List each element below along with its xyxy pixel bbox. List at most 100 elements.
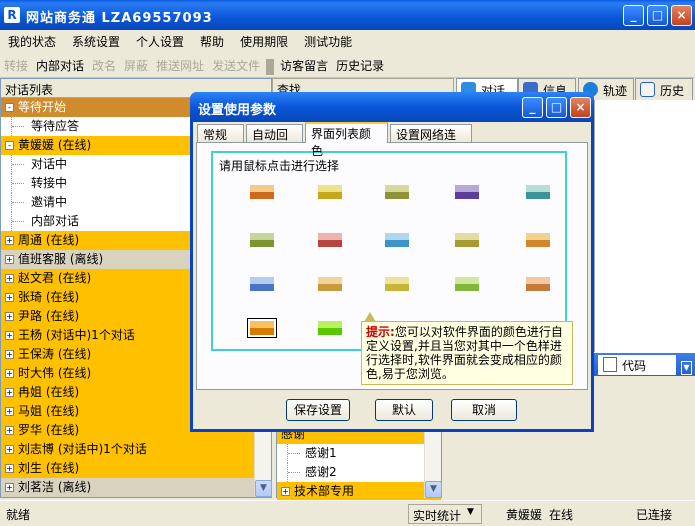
row-label: 尹路 (在线) [18, 309, 80, 323]
menu-item-3[interactable]: 帮助 [192, 30, 232, 53]
color-swatch[interactable] [318, 321, 342, 335]
tree-connector [11, 155, 27, 174]
expand-icon[interactable]: + [5, 274, 14, 283]
row-label: 王保涛 (在线) [18, 347, 92, 361]
collapse-icon[interactable]: - [5, 141, 14, 150]
toolbar-item-1[interactable]: 内部对话 [32, 52, 88, 79]
toolbar-item-5[interactable]: 发送文件 [208, 52, 264, 79]
tab-general[interactable]: 常规 [197, 124, 244, 142]
row-label: 感谢1 [305, 446, 337, 460]
color-swatch[interactable] [250, 277, 274, 291]
status-online-state: 在线 [549, 508, 574, 522]
status-connection: 已连接 [636, 508, 673, 522]
row-label: 刘志博 (对话中)1个对话 [18, 442, 147, 456]
main-title-bar[interactable]: R 网站商务通 LZA69557093 _ □ × [0, 0, 695, 30]
expand-icon[interactable]: + [5, 312, 14, 321]
color-swatch[interactable] [250, 233, 274, 247]
settings-dialog: 设置使用参数 _ □ × 常规 自动回复 界面列表颜色 设置网络连接 请用鼠标点… [190, 92, 594, 432]
dialog-tabs: 常规 自动回复 界面列表颜色 设置网络连接 [195, 122, 591, 159]
scroll-down-button[interactable]: ▼ [255, 480, 272, 497]
toolbar-item-4[interactable]: 推送网址 [152, 52, 208, 79]
expand-icon[interactable]: + [5, 369, 14, 378]
color-swatch[interactable] [247, 318, 277, 338]
expand-icon[interactable]: + [5, 293, 14, 302]
tab-track-label: 轨迹 [603, 84, 628, 98]
color-swatch[interactable] [455, 185, 479, 199]
toolbar-item-6[interactable]: 访客留言 [276, 52, 332, 79]
status-text: 就绪 [6, 508, 31, 522]
expand-icon[interactable]: + [5, 426, 14, 435]
list-item[interactable]: 感谢2 [277, 463, 441, 482]
color-swatch[interactable] [526, 185, 550, 199]
color-swatch[interactable] [250, 185, 274, 199]
color-swatch[interactable] [455, 277, 479, 291]
menu-item-5[interactable]: 测试功能 [296, 30, 360, 53]
status-bar: 就绪 实时统计 ▼ 黄媛媛 在线 已连接 [0, 500, 695, 526]
list-item[interactable]: 感谢1 [277, 444, 441, 463]
tip-label: 提示: [366, 325, 395, 339]
tab-history[interactable]: 历史 [635, 78, 693, 100]
code-dropdown-button[interactable]: ▼ [681, 361, 692, 375]
toolbar-item-3[interactable]: 屏蔽 [120, 52, 152, 79]
expand-icon[interactable]: + [5, 388, 14, 397]
stats-label: 实时统计 [413, 509, 462, 523]
expand-icon[interactable]: + [5, 350, 14, 359]
row-label: 等待应答 [31, 119, 80, 133]
close-button[interactable]: × [671, 5, 692, 26]
cancel-button[interactable]: 取消 [451, 399, 517, 421]
expand-icon[interactable]: + [5, 255, 14, 264]
color-swatch[interactable] [526, 233, 550, 247]
tab-auto-reply[interactable]: 自动回复 [246, 124, 303, 159]
expand-icon[interactable]: + [5, 483, 14, 492]
menu-item-1[interactable]: 系统设置 [64, 30, 128, 53]
group-row[interactable]: + 技术部专用 [277, 482, 441, 501]
color-swatch[interactable] [318, 233, 342, 247]
color-swatch[interactable] [385, 277, 409, 291]
row-label: 冉姐 (在线) [18, 385, 80, 399]
dialog-title-bar[interactable]: 设置使用参数 _ □ × [190, 92, 594, 122]
dialog-close-button[interactable]: × [570, 97, 591, 118]
color-swatch[interactable] [385, 233, 409, 247]
menu-item-4[interactable]: 使用期限 [232, 30, 296, 53]
menu-bar: 我的状态 系统设置 个人设置 帮助 使用期限 测试功能 [0, 30, 695, 52]
group-row[interactable]: + 刘茗洁 (离线) [1, 478, 255, 497]
code-tab[interactable]: 代码 [598, 355, 676, 375]
app-logo-icon: R [4, 7, 20, 23]
tab-network-settings[interactable]: 设置网络连接 [390, 124, 472, 159]
save-settings-button[interactable]: 保存设置 [286, 399, 350, 421]
quick-reply-scrollbar[interactable]: ▼ [424, 424, 442, 498]
color-swatch[interactable] [526, 277, 550, 291]
default-button[interactable]: 默认 [375, 399, 433, 421]
expand-icon[interactable]: + [281, 487, 290, 496]
expand-icon[interactable]: + [5, 236, 14, 245]
group-row[interactable]: + 刘生 (在线) [1, 459, 255, 478]
color-swatch[interactable] [455, 233, 479, 247]
color-swatch[interactable] [318, 185, 342, 199]
tab-interface-colors[interactable]: 界面列表颜色 [305, 122, 388, 158]
expand-icon[interactable]: + [5, 407, 14, 416]
toolbar-item-2[interactable]: 改名 [88, 52, 120, 79]
maximize-button[interactable]: □ [647, 5, 668, 26]
menu-item-0[interactable]: 我的状态 [0, 30, 64, 53]
color-swatch[interactable] [318, 277, 342, 291]
menu-item-2[interactable]: 个人设置 [128, 30, 192, 53]
row-label: 感谢2 [305, 465, 337, 479]
tip-arrow [364, 312, 376, 322]
stats-dropdown[interactable]: 实时统计 ▼ [408, 504, 482, 524]
group-row[interactable]: + 刘志博 (对话中)1个对话 [1, 440, 255, 459]
expand-icon[interactable]: + [5, 445, 14, 454]
expand-icon[interactable]: + [5, 464, 14, 473]
collapse-icon[interactable]: - [5, 103, 14, 112]
color-swatch[interactable] [385, 185, 409, 199]
row-label: 对话中 [31, 157, 68, 171]
dialog-maximize-button[interactable]: □ [546, 97, 567, 118]
history-icon [640, 82, 655, 97]
quick-reply-scroll-down-button[interactable]: ▼ [425, 481, 442, 498]
minimize-button[interactable]: _ [623, 5, 644, 26]
code-bar: 代码 ▼ [594, 352, 695, 376]
dialog-minimize-button[interactable]: _ [522, 97, 543, 118]
toolbar-separator [266, 58, 275, 75]
expand-icon[interactable]: + [5, 331, 14, 340]
toolbar-item-7[interactable]: 历史记录 [332, 52, 388, 79]
toolbar-item-0[interactable]: 转接 [0, 52, 32, 79]
